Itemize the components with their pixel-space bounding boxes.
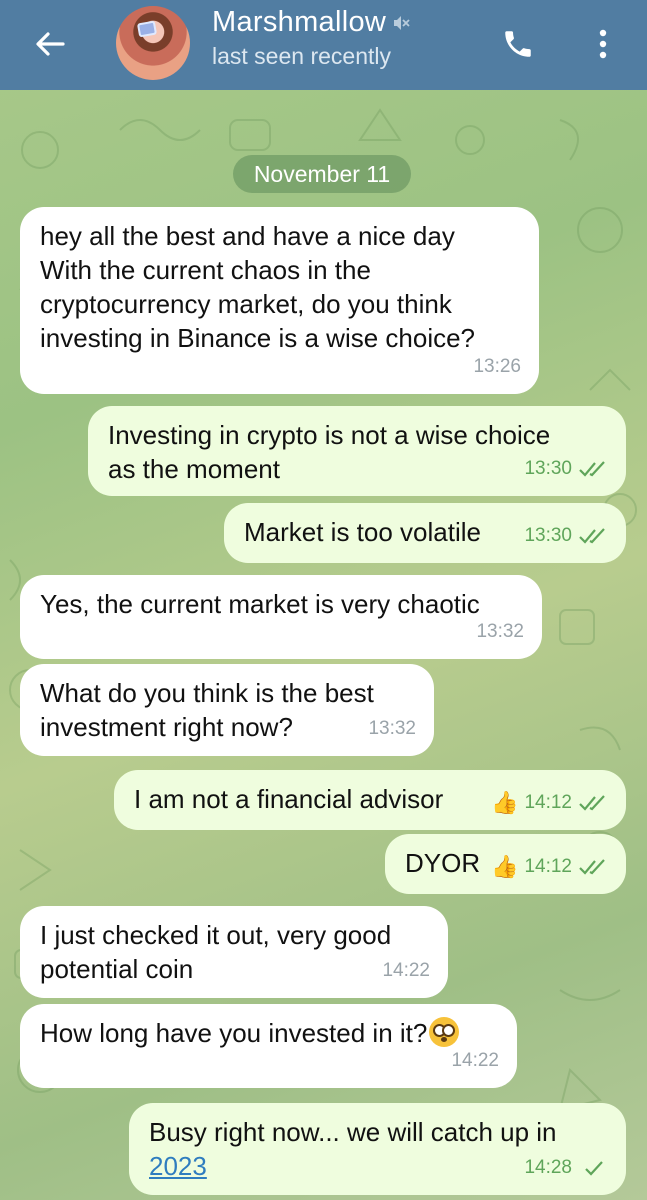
chat-header: Marshmallow last seen recently: [0, 0, 647, 90]
message-line: investment right now?: [40, 712, 293, 742]
contact-info[interactable]: Marshmallow last seen recently: [212, 6, 410, 70]
back-button[interactable]: [28, 22, 72, 66]
message-time: 13:26: [473, 356, 521, 377]
message-time: 13:30: [524, 458, 572, 479]
double-check-icon: [579, 859, 605, 875]
message-line: What do you think is the best: [40, 678, 374, 708]
message-time: 13:30: [524, 525, 572, 546]
message-line: I just checked it out, very good: [40, 920, 392, 950]
message-line: cryptocurrency market, do you think: [40, 289, 452, 319]
more-vertical-icon: [599, 29, 607, 59]
date-separator: November 11: [233, 155, 411, 193]
message-incoming[interactable]: I just checked it out, very good potenti…: [20, 906, 448, 998]
muted-speaker-icon: [394, 15, 410, 30]
message-line: investing in Binance is a wise choice?: [40, 323, 476, 353]
thumbs-up-reaction-icon[interactable]: 👍: [491, 856, 518, 878]
message-incoming[interactable]: What do you think is the best investment…: [20, 664, 434, 756]
message-outgoing[interactable]: Investing in crypto is not a wise choice…: [88, 406, 626, 496]
message-outgoing[interactable]: DYOR 👍 14:12: [385, 834, 626, 894]
thumbs-up-reaction-icon[interactable]: 👍: [491, 792, 518, 814]
message-line: With the current chaos in the: [40, 255, 371, 285]
message-time: 14:12: [524, 792, 572, 813]
message-incoming[interactable]: Yes, the current market is very chaotic …: [20, 575, 542, 659]
message-time: 14:28: [524, 1157, 572, 1178]
message-link[interactable]: 2023: [149, 1151, 207, 1181]
message-text: How long have you invested in it?: [40, 1018, 428, 1048]
contact-status: last seen recently: [212, 43, 391, 69]
double-check-icon: [579, 528, 605, 544]
message-line: hey all the best and have a nice day: [40, 221, 455, 251]
double-check-icon: [579, 795, 605, 811]
message-outgoing[interactable]: Busy right now... we will catch up in 20…: [129, 1103, 626, 1195]
message-outgoing[interactable]: I am not a financial advisor 👍 14:12: [114, 770, 626, 830]
message-incoming[interactable]: hey all the best and have a nice day Wit…: [20, 207, 539, 394]
message-time: 14:22: [451, 1050, 499, 1071]
message-line: How long have you invested in it?: [40, 1016, 497, 1050]
message-time: 14:22: [382, 960, 430, 981]
message-line: Busy right now... we will catch up in: [149, 1117, 557, 1147]
single-check-icon: [585, 1161, 603, 1176]
call-button[interactable]: [496, 22, 540, 66]
message-time: 13:32: [368, 718, 416, 739]
message-incoming[interactable]: How long have you invested in it? 14:22: [20, 1004, 517, 1088]
message-time: 14:12: [524, 856, 572, 877]
more-options-button[interactable]: [585, 22, 621, 66]
arrow-left-icon: [36, 32, 65, 56]
contact-avatar[interactable]: [116, 6, 190, 80]
contact-name: Marshmallow: [212, 6, 387, 38]
message-outgoing[interactable]: Market is too volatile 13:30: [224, 503, 626, 563]
flushed-face-emoji-icon: [429, 1017, 460, 1047]
message-time: 13:32: [476, 621, 524, 642]
message-line: potential coin: [40, 954, 194, 984]
message-line: Investing in crypto is not a wise choice: [108, 420, 551, 450]
phone-icon: [505, 31, 531, 57]
message-line: Yes, the current market is very chaotic: [40, 589, 480, 619]
double-check-icon: [579, 461, 605, 477]
